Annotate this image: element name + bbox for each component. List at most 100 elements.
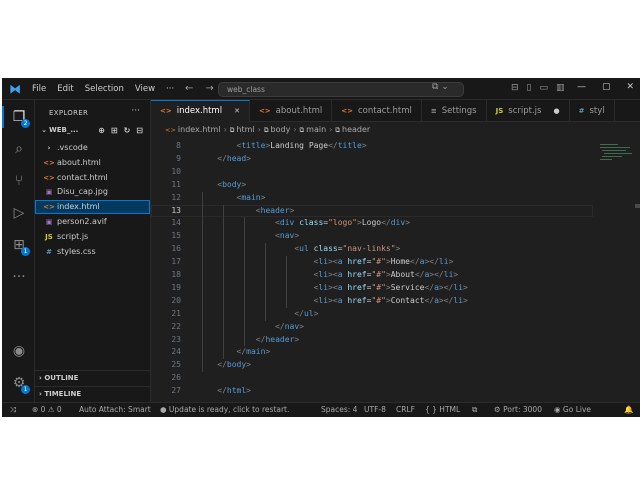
code-line[interactable]: 12 <main> [151, 192, 591, 205]
page-bottom-margin [0, 417, 640, 480]
code-line[interactable]: 10 [151, 166, 591, 179]
file-item--vscode[interactable]: › .vscode [35, 141, 150, 155]
code-line[interactable]: 26 [151, 372, 591, 385]
refresh-icon[interactable]: ↻ [124, 126, 131, 135]
code-line[interactable]: 11 <body> [151, 179, 591, 192]
tab-script-js[interactable]: JS script.js ● [487, 100, 570, 122]
tab-close-icon[interactable]: ✕ [234, 107, 240, 115]
breadcrumb-body[interactable]: body [271, 125, 291, 134]
indentation[interactable]: Spaces: 4 [321, 403, 357, 417]
code-line[interactable]: 16 <ul class="nav-links"> [151, 243, 591, 256]
search-icon[interactable]: ⌕ [10, 140, 28, 158]
sidebar-more-icon[interactable]: ··· [131, 106, 140, 116]
tab-contact-html[interactable]: <> contact.html [332, 100, 422, 122]
unsaved-dot-icon[interactable]: ● [553, 107, 559, 115]
line-ending[interactable]: CRLF [396, 403, 415, 417]
breadcrumb-header[interactable]: header [342, 125, 370, 134]
notifications-bell-icon[interactable]: 🔔 [624, 403, 633, 417]
menu-more[interactable]: ··· [166, 84, 174, 94]
close-icon[interactable]: ✕ [626, 82, 634, 92]
new-file-icon[interactable]: ⊕ [98, 126, 105, 135]
code-line[interactable]: 18 <li><a href="#">About</a></li> [151, 269, 591, 282]
maximize-icon[interactable]: ▢ [602, 82, 611, 92]
code-token: > [294, 231, 300, 241]
customize-layout-icon[interactable]: ▥ [556, 83, 565, 93]
collapse-all-icon[interactable]: ⊟ [136, 126, 143, 135]
code-line[interactable]: 21 </ul> [151, 308, 591, 321]
code-line[interactable]: 19 <li><a href="#">Service</a></li> [151, 282, 591, 295]
file-name: person2.avif [57, 217, 107, 226]
code-line[interactable]: 22 </nav> [151, 321, 591, 334]
run-debug-icon[interactable]: ▷ [10, 204, 28, 222]
update-notice[interactable]: ● Update is ready, click to restart. [160, 403, 289, 417]
code-line[interactable]: 27 </html> [151, 385, 591, 398]
code-line[interactable]: 20 <li><a href="#">Contact</a></li> [151, 295, 591, 308]
language-mode[interactable]: { } HTML [425, 403, 460, 417]
tab-styl[interactable]: # styl [570, 100, 615, 122]
breadcrumb-main[interactable]: main [306, 125, 326, 134]
file-item-contact-html[interactable]: <> contact.html [35, 171, 150, 185]
toggle-secondary-sidebar-icon[interactable]: ▭ [540, 83, 549, 93]
more-icon[interactable]: ··· [10, 268, 28, 286]
code-line[interactable]: 8 <title>Landing Page</title> [151, 140, 591, 153]
copilot-icon[interactable]: ⧉ ⌄ [432, 82, 449, 92]
file-item-person2-avif[interactable]: ▣ person2.avif [35, 215, 150, 229]
code-token: html [226, 386, 247, 396]
line-number: 23 [171, 334, 181, 344]
file-item-disu-cap-jpg[interactable]: ▣ Disu_cap.jpg [35, 185, 150, 199]
toggle-panel-icon[interactable]: ▯ [527, 83, 532, 93]
tab-index-html[interactable]: <> index.html ✕ [151, 100, 250, 122]
accounts-icon[interactable]: ◉ [10, 342, 28, 360]
outline-section[interactable]: › OUTLINE [39, 372, 78, 384]
code-token: </ [217, 386, 227, 396]
toggle-primary-sidebar-icon[interactable]: ⊟ [511, 83, 519, 93]
code-line[interactable]: 15 <nav> [151, 230, 591, 243]
auto-attach[interactable]: Auto Attach: Smart [79, 403, 151, 417]
port-status[interactable]: ⚙ Port: 3000 [494, 403, 542, 417]
code-line[interactable]: 9 </head> [151, 153, 591, 166]
minimap-line [600, 144, 618, 145]
menu-view[interactable]: View [135, 84, 155, 94]
file-item-script-js[interactable]: JS script.js [35, 230, 150, 244]
file-item-about-html[interactable]: <> about.html [35, 156, 150, 170]
menu-file[interactable]: File [32, 84, 46, 94]
timeline-section[interactable]: › TIMELINE [39, 388, 81, 400]
minimap[interactable] [596, 138, 640, 402]
file-name: styles.css [57, 246, 96, 256]
folder-header[interactable]: ⌄ WEB_... ⊕ ⊞ ↻ ⊟ [39, 126, 151, 140]
menu-selection[interactable]: Selection [85, 84, 124, 94]
breadcrumb-html[interactable]: html [236, 125, 254, 134]
source-control-icon[interactable]: ⑂ [10, 172, 28, 190]
file-item-index-html[interactable]: <> index.html [35, 200, 150, 215]
forward-arrow-icon[interactable]: → [205, 83, 213, 94]
new-folder-icon[interactable]: ⊞ [111, 126, 118, 135]
code-line[interactable]: 24 </main> [151, 346, 591, 359]
tab-label: index.html [176, 106, 223, 116]
go-live-button[interactable]: ◉ Go Live [554, 403, 591, 417]
code-line[interactable]: 17 <li><a href="#">Home</a></li> [151, 256, 591, 269]
remote-indicator-icon[interactable]: ⤨ [10, 403, 16, 417]
code-editor[interactable]: 8 <title>Landing Page</title> 9 </head> 10… [151, 138, 640, 402]
encoding[interactable]: UTF-8 [364, 403, 386, 417]
window-controls: — ▢ ✕ [577, 82, 634, 92]
code-line[interactable]: 14 <div class="logo">Logo</div> [151, 217, 591, 230]
scrollbar-thumb[interactable] [635, 204, 640, 208]
menu-edit[interactable]: Edit [57, 84, 73, 94]
line-number: 15 [171, 231, 181, 241]
code-line[interactable]: 13 <header> [151, 204, 593, 218]
file-item-styles-css[interactable]: # styles.css [35, 245, 150, 259]
back-arrow-icon[interactable]: ← [185, 83, 193, 94]
code-token: class [299, 218, 324, 228]
breadcrumb-file[interactable]: index.html [178, 125, 221, 134]
copilot-status-icon[interactable]: ⧉ [472, 403, 477, 417]
tab-settings[interactable]: ≡ Settings [422, 100, 487, 122]
tab-about-html[interactable]: <> about.html [250, 100, 333, 122]
code-line[interactable]: 25 </body> [151, 359, 591, 372]
code-token: body [222, 179, 242, 189]
tab-label: Settings [441, 106, 477, 116]
command-center-search[interactable]: web_class [218, 82, 464, 97]
problems-count[interactable]: ⊗ 0 ⚠ 0 [32, 403, 62, 417]
minimize-icon[interactable]: — [577, 82, 586, 92]
code-line[interactable]: 23 </header> [151, 334, 591, 347]
